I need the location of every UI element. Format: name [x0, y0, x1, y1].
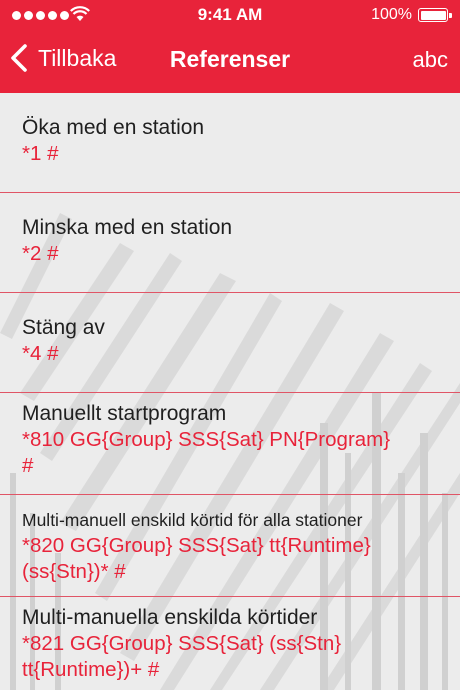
- list-item-code: *1 #: [22, 142, 59, 165]
- list-item-title: Manuellt startprogram: [22, 402, 227, 425]
- list-item-title: Multi-manuella enskilda körtider: [22, 606, 318, 629]
- list-item-title: Minska med en station: [22, 216, 233, 239]
- list-item-code: *2 #: [22, 242, 59, 265]
- list-item[interactable]: Multi-manuella enskilda körtider *821 GG…: [0, 597, 460, 690]
- list-item-code: *820 GG{Group} SSS{Sat} tt{Runtime}: [22, 534, 371, 557]
- list-item-code: (ss{Stn})* #: [22, 560, 126, 583]
- list-item-code: tt{Runtime})+ #: [22, 658, 160, 681]
- top-bar: 9:41 AM 100% Tillbaka Referenser abc: [0, 0, 460, 93]
- abc-button[interactable]: abc: [413, 47, 448, 73]
- list-item-code: #: [22, 454, 34, 477]
- list-item-title: Multi-manuell enskild körtid för alla st…: [22, 510, 363, 530]
- list-item[interactable]: Multi-manuell enskild körtid för alla st…: [0, 495, 460, 597]
- list-item-title: Stäng av: [22, 316, 105, 339]
- list-item-code: *810 GG{Group} SSS{Sat} PN{Program}: [22, 428, 391, 451]
- list-item[interactable]: Manuellt startprogram *810 GG{Group} SSS…: [0, 393, 460, 495]
- list-item[interactable]: Stäng av *4 #: [0, 293, 460, 393]
- list-item-code: *4 #: [22, 342, 59, 365]
- battery-percentage: 100%: [371, 6, 412, 23]
- list-item[interactable]: Öka med en station *1 #: [0, 93, 460, 193]
- list-item[interactable]: Minska med en station *2 #: [0, 193, 460, 293]
- list-item-code: *821 GG{Group} SSS{Sat} (ss{Stn}: [22, 632, 342, 655]
- list-item-title: Öka med en station: [22, 116, 205, 139]
- reference-list-area[interactable]: Öka med en station *1 # Minska med en st…: [0, 93, 460, 690]
- battery-icon: [418, 8, 452, 22]
- navigation-bar: Tillbaka Referenser abc: [0, 30, 460, 93]
- page-title: Referenser: [169, 46, 291, 72]
- reference-list: Öka med en station *1 # Minska med en st…: [0, 93, 460, 690]
- status-bar: 9:41 AM 100%: [0, 0, 460, 30]
